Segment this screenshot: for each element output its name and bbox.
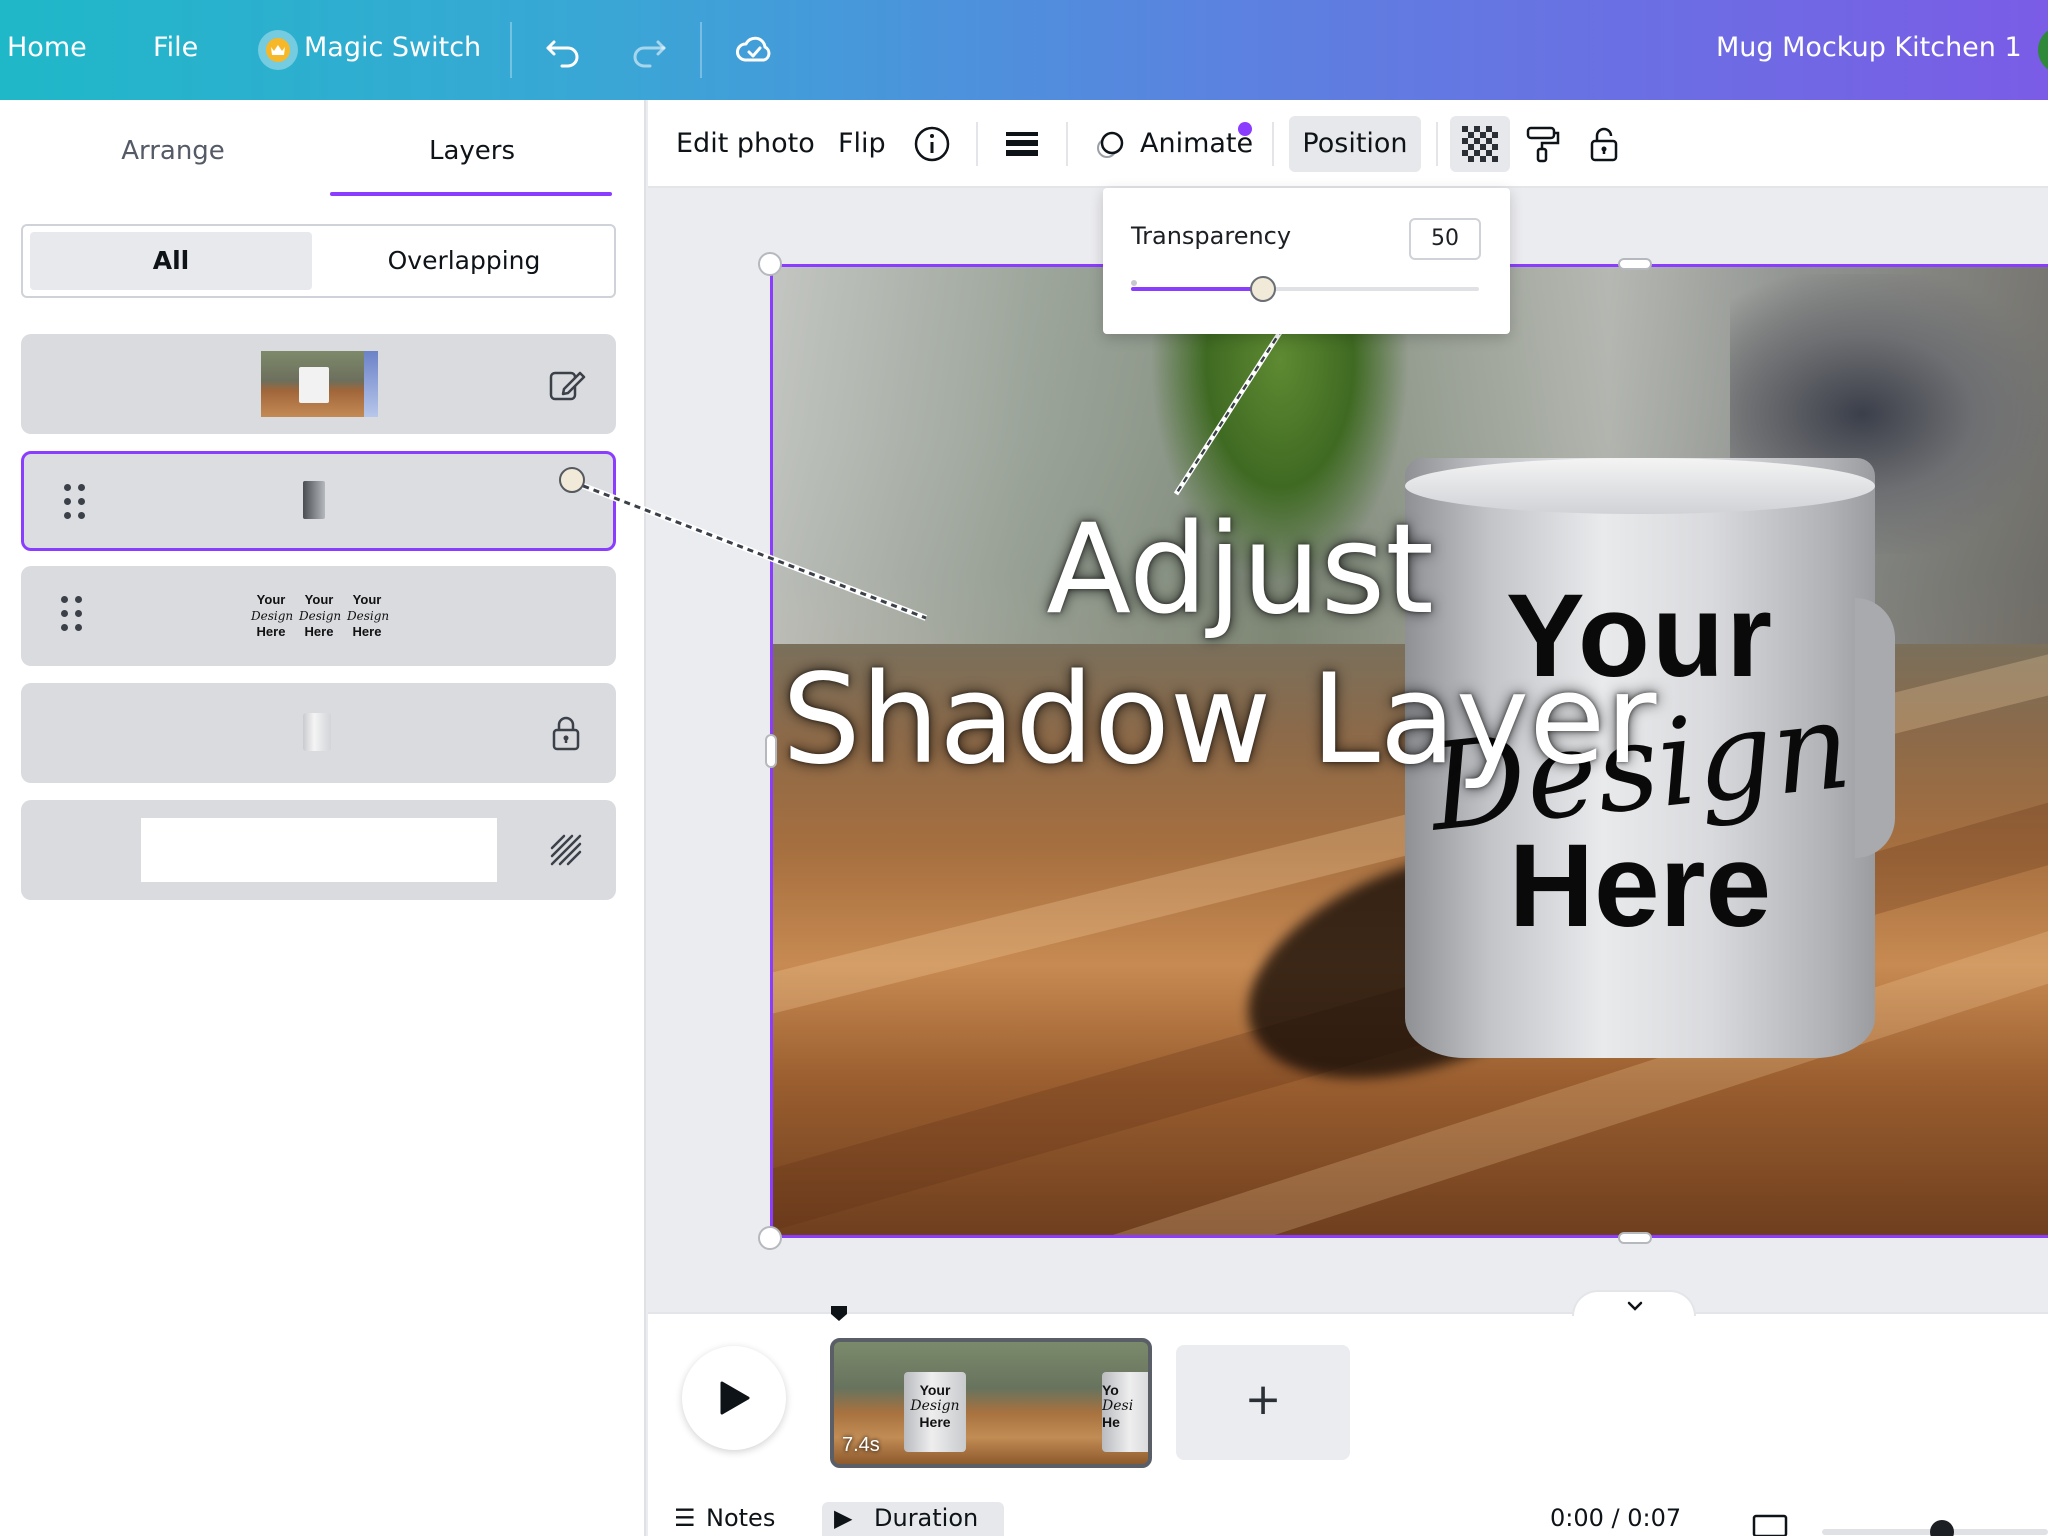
collapse-timeline-button[interactable] <box>1572 1290 1696 1316</box>
flip-button[interactable]: Flip <box>838 100 886 188</box>
transparency-slider-handle[interactable] <box>1250 276 1277 302</box>
transparency-popup: Transparency 50 <box>1103 188 1510 334</box>
duration-label: ▶ Duration <box>834 1504 979 1532</box>
paint-roller-icon[interactable] <box>1520 122 1564 166</box>
magic-switch-button[interactable]: Magic Switch <box>304 0 481 100</box>
crown-icon <box>266 38 290 62</box>
divider <box>700 22 702 78</box>
playhead-marker[interactable] <box>829 1304 849 1324</box>
layer-item-mug[interactable] <box>21 683 616 783</box>
info-icon[interactable] <box>910 122 954 166</box>
presentation-view-icon[interactable] <box>1752 1514 1788 1536</box>
divider <box>1436 122 1438 166</box>
divider <box>976 122 978 166</box>
layer-filter-toggle: All Overlapping <box>21 224 616 298</box>
layers-order-icon[interactable] <box>1000 122 1044 166</box>
animate-button[interactable]: Animate <box>1140 100 1253 188</box>
notification-dot <box>1238 122 1252 136</box>
transparency-value-input[interactable]: 50 <box>1409 218 1481 260</box>
edit-photo-button[interactable]: Edit photo <box>676 100 815 188</box>
transparency-icon <box>1462 126 1498 162</box>
resize-handle[interactable] <box>758 1226 782 1250</box>
play-icon <box>720 1381 750 1415</box>
tab-layers[interactable]: Layers <box>330 136 614 176</box>
clip-duration: 7.4s <box>842 1434 880 1456</box>
resize-handle[interactable] <box>1618 1232 1652 1244</box>
magic-switch-icon[interactable] <box>258 30 298 70</box>
mug-text-here[interactable]: Here <box>1405 818 1875 954</box>
divider <box>1272 122 1274 166</box>
animate-icon[interactable] <box>1090 122 1134 166</box>
play-button[interactable] <box>682 1346 786 1450</box>
position-button[interactable]: Position <box>1289 116 1421 172</box>
notes-icon: ☰ <box>674 1504 696 1532</box>
divider <box>1066 122 1068 166</box>
tab-arrange[interactable]: Arrange <box>50 136 296 176</box>
overlay-title-line1: Adjust <box>1046 498 1434 642</box>
layer-thumbnail <box>261 351 378 417</box>
home-button[interactable]: Home <box>7 0 87 100</box>
redo-icon[interactable] <box>626 28 670 72</box>
top-bar: Home File Magic Switch Mug Mockup Kitche… <box>0 0 2048 100</box>
filter-overlapping-option[interactable]: Overlapping <box>323 232 605 290</box>
filter-all-option[interactable]: All <box>30 232 312 290</box>
resize-handle[interactable] <box>1618 258 1652 270</box>
time-display: 0:00 / 0:07 <box>1550 1504 1682 1532</box>
layer-item-text[interactable]: Your Design Here Your Design Here Your D… <box>21 566 616 666</box>
lock-icon[interactable] <box>544 711 588 755</box>
layer-thumbnail: Your Design Here Your Design Here Your D… <box>251 592 390 639</box>
play-box-icon: ▶ <box>834 1504 853 1532</box>
cloud-saved-icon[interactable] <box>732 28 776 72</box>
timeline-clip[interactable]: Your Design Here Yo Desi He 7.4s <box>830 1338 1152 1468</box>
avatar[interactable] <box>2038 26 2048 74</box>
document-title[interactable]: Mug Mockup Kitchen 1 <box>1716 0 2022 100</box>
layer-item-shadow[interactable] <box>21 451 616 551</box>
layer-thumbnail <box>303 713 331 751</box>
layer-thumbnail <box>303 481 325 519</box>
annotation-marker <box>559 467 585 493</box>
transparency-button[interactable] <box>1450 116 1510 172</box>
transparency-slider-fill <box>1131 287 1264 291</box>
drag-handle-icon[interactable] <box>61 596 91 636</box>
active-tab-indicator <box>330 192 612 196</box>
transparency-label: Transparency <box>1131 222 1292 250</box>
notes-button[interactable]: ☰ Notes <box>674 1504 775 1536</box>
edit-icon[interactable] <box>544 362 588 406</box>
chevron-down-icon <box>1627 1301 1643 1311</box>
overlay-title-line2: Shadow Layer <box>782 648 1657 792</box>
divider <box>510 22 512 78</box>
hatch-icon <box>544 828 588 872</box>
file-menu-button[interactable]: File <box>153 0 198 100</box>
lock-icon[interactable] <box>1582 122 1626 166</box>
add-page-button[interactable]: + <box>1176 1345 1350 1460</box>
undo-icon[interactable] <box>542 28 586 72</box>
layer-item-background[interactable] <box>21 800 616 900</box>
resize-handle[interactable] <box>758 252 782 276</box>
layer-item-photo[interactable] <box>21 334 616 434</box>
layer-thumbnail <box>141 818 497 882</box>
drag-handle-icon[interactable] <box>64 484 94 524</box>
